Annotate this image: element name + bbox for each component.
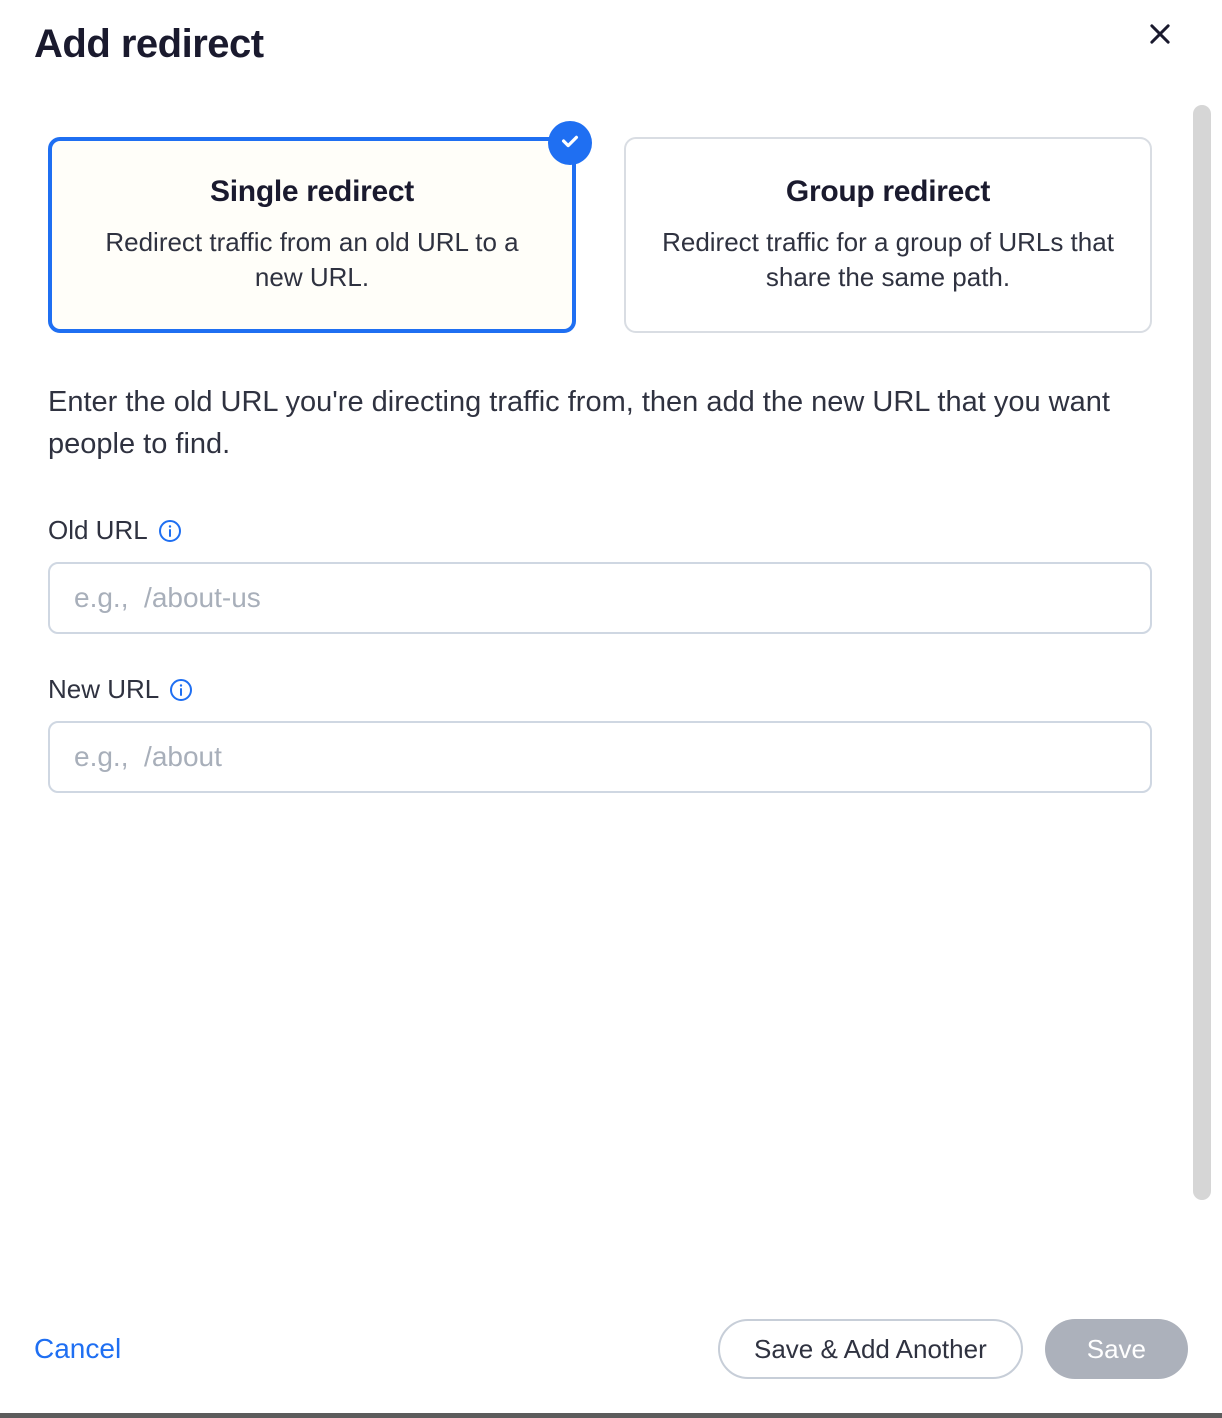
scrollbar[interactable]	[1193, 105, 1211, 1200]
option-single-desc: Redirect traffic from an old URL to a ne…	[80, 225, 544, 295]
old-url-label-row: Old URL	[48, 515, 1152, 546]
old-url-label: Old URL	[48, 515, 148, 546]
old-url-input[interactable]	[48, 562, 1152, 634]
redirect-type-options: Single redirect Redirect traffic from an…	[48, 137, 1152, 333]
new-url-label-row: New URL	[48, 674, 1152, 705]
option-group-title: Group redirect	[656, 175, 1120, 209]
new-url-label: New URL	[48, 674, 159, 705]
check-icon	[559, 130, 581, 157]
info-icon[interactable]	[158, 519, 182, 543]
modal-footer: Cancel Save & Add Another Save	[0, 1295, 1222, 1413]
modal-body: Single redirect Redirect traffic from an…	[0, 77, 1200, 1295]
option-single-redirect[interactable]: Single redirect Redirect traffic from an…	[48, 137, 576, 333]
modal-title: Add redirect	[34, 22, 264, 67]
footer-right: Save & Add Another Save	[718, 1319, 1188, 1379]
info-icon[interactable]	[169, 678, 193, 702]
new-url-field-group: New URL	[48, 674, 1152, 793]
close-icon	[1146, 20, 1174, 53]
option-group-desc: Redirect traffic for a group of URLs tha…	[656, 225, 1120, 295]
old-url-field-group: Old URL	[48, 515, 1152, 634]
cancel-button[interactable]: Cancel	[34, 1333, 121, 1365]
add-redirect-modal: Add redirect Single redi	[0, 0, 1222, 1413]
save-add-another-button[interactable]: Save & Add Another	[718, 1319, 1023, 1379]
modal-header: Add redirect	[0, 0, 1222, 77]
instruction-text: Enter the old URL you're directing traff…	[48, 381, 1152, 465]
option-group-redirect[interactable]: Group redirect Redirect traffic for a gr…	[624, 137, 1152, 333]
bottom-bar	[0, 1413, 1222, 1418]
new-url-input[interactable]	[48, 721, 1152, 793]
close-button[interactable]	[1144, 20, 1176, 52]
selected-badge	[548, 121, 592, 165]
save-button[interactable]: Save	[1045, 1319, 1188, 1379]
option-single-title: Single redirect	[80, 175, 544, 209]
